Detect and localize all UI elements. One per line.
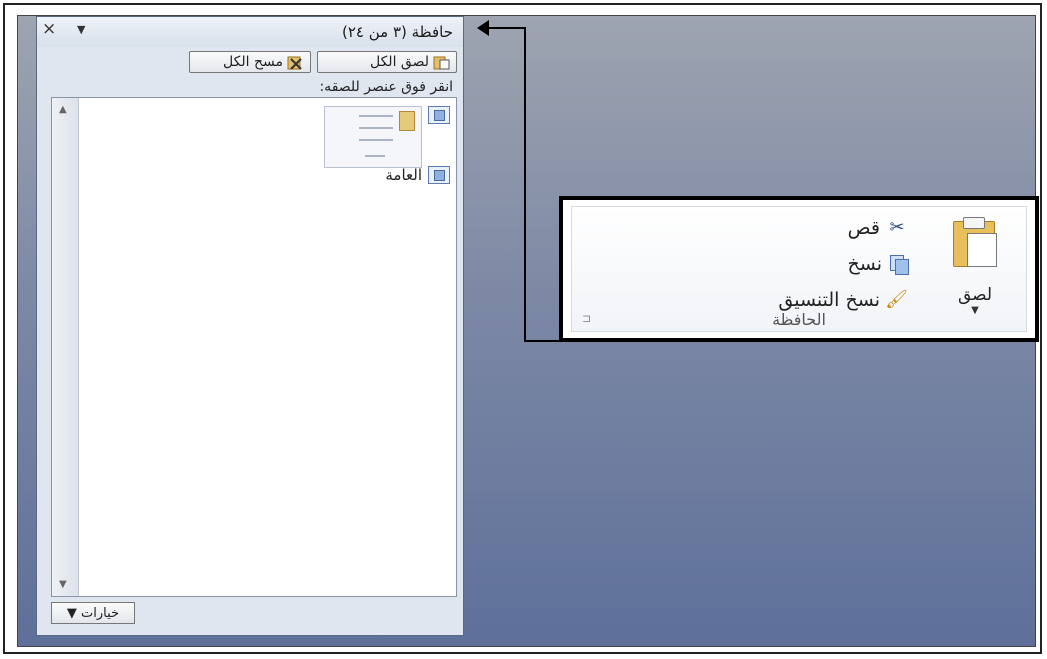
brush-icon: 🖌 bbox=[885, 289, 908, 310]
options-button[interactable]: خيارات ▼ bbox=[51, 602, 135, 624]
dialog-launcher-icon[interactable]: ⊏ bbox=[582, 312, 591, 325]
paste-button[interactable]: لصق ▼ bbox=[942, 215, 1008, 316]
clipboard-items-list: ▲ ▼ العامة bbox=[51, 97, 457, 597]
paste-all-label: لصق الكل bbox=[369, 54, 429, 70]
pane-title: حافظة (٣ من ٢٤) bbox=[341, 23, 453, 41]
image-item-icon bbox=[428, 106, 450, 124]
clipboard-thumbnail bbox=[324, 106, 422, 168]
clipboard-task-pane: حافظة (٣ من ٢٤) ▼ × لصق الكل مسح الكل ان… bbox=[36, 16, 464, 636]
connector-line-top bbox=[486, 27, 526, 29]
clipboard-item-label: العامة bbox=[385, 166, 422, 184]
clear-all-button[interactable]: مسح الكل bbox=[189, 51, 311, 73]
clipboard-icon bbox=[949, 215, 1001, 267]
copy-button[interactable]: نسخ bbox=[847, 253, 909, 275]
format-painter-button[interactable]: 🖌 نسخ التنسيق bbox=[778, 289, 908, 311]
clear-icon bbox=[287, 55, 304, 70]
cut-button[interactable]: ✂ قص bbox=[848, 217, 908, 239]
clipboard-item-text[interactable]: العامة bbox=[385, 166, 450, 184]
ribbon-group-body: لصق ▼ ✂ قص نسخ 🖌 نسخ التنسيق الحافظة ⊏ bbox=[571, 206, 1027, 332]
pane-menu-icon[interactable]: ▼ bbox=[77, 23, 85, 36]
paste-label: لصق bbox=[957, 285, 993, 305]
clipboard-item-image[interactable] bbox=[324, 106, 450, 168]
text-item-icon bbox=[428, 166, 450, 184]
pane-header: حافظة (٣ من ٢٤) ▼ × bbox=[37, 17, 463, 47]
copy-label: نسخ bbox=[847, 253, 882, 275]
vertical-scrollbar[interactable]: ▲ ▼ bbox=[52, 98, 79, 596]
format-painter-label: نسخ التنسيق bbox=[778, 289, 880, 311]
click-hint-text: انقر فوق عنصر للصقه: bbox=[319, 79, 453, 95]
connector-line-vertical bbox=[524, 27, 526, 341]
paste-all-button[interactable]: لصق الكل bbox=[317, 51, 457, 73]
connector-line-bottom bbox=[524, 340, 562, 342]
scissors-icon: ✂ bbox=[889, 217, 905, 238]
copy-icon bbox=[888, 255, 909, 275]
scroll-down-icon[interactable]: ▼ bbox=[59, 579, 67, 590]
clear-all-label: مسح الكل bbox=[223, 54, 283, 70]
close-icon[interactable]: × bbox=[42, 19, 56, 39]
cut-label: قص bbox=[847, 217, 880, 239]
ribbon-clipboard-group: لصق ▼ ✂ قص نسخ 🖌 نسخ التنسيق الحافظة ⊏ bbox=[559, 196, 1039, 342]
group-label: الحافظة bbox=[772, 310, 826, 329]
scroll-up-icon[interactable]: ▲ bbox=[59, 104, 67, 115]
arrowhead-icon bbox=[477, 20, 489, 36]
paste-icon bbox=[433, 55, 450, 70]
